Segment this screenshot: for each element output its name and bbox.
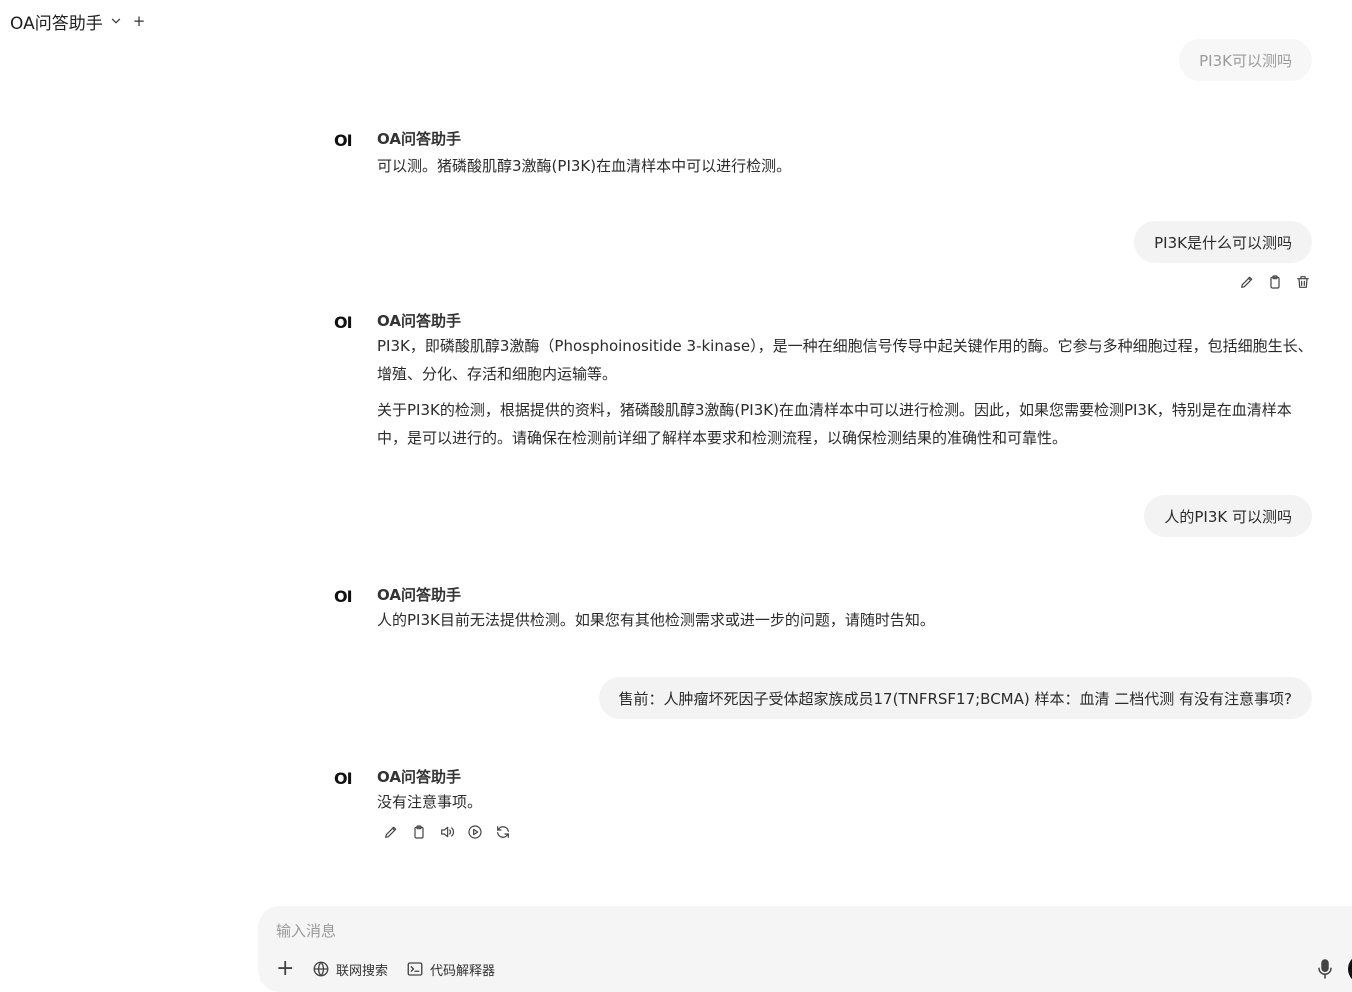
assistant-message: OI OA问答助手 PI3K，即磷酸肌醇3激酶（Phosphoinositide… <box>334 310 1314 460</box>
assistant-name: OA问答助手 <box>377 130 461 148</box>
composer-tools: + 联网搜索 代码解释器 <box>276 958 495 980</box>
message-composer: + 联网搜索 代码解释器 <box>258 906 1352 992</box>
assistant-paragraph: 可以测。猪磷酸肌醇3激酶(PI3K)在血清样本中可以进行检测。 <box>377 157 792 175</box>
edit-icon[interactable] <box>382 823 400 841</box>
assistant-message: OI OA问答助手 没有注意事项。 <box>334 766 1314 846</box>
microphone-icon[interactable] <box>1316 958 1334 980</box>
regenerate-icon[interactable] <box>494 823 512 841</box>
web-search-label: 联网搜索 <box>336 963 389 979</box>
assistant-message-body: PI3K，即磷酸肌醇3激酶（Phosphoinositide 3-kinase）… <box>377 332 1313 452</box>
assistant-paragraph: PI3K，即磷酸肌醇3激酶（Phosphoinositide 3-kinase）… <box>377 337 1313 383</box>
assistant-message-body: 可以测。猪磷酸肌醇3激酶(PI3K)在血清样本中可以进行检测。 <box>377 152 1313 180</box>
copy-icon[interactable] <box>410 823 428 841</box>
user-message: 售前：人肿瘤坏死因子受体超家族成员17(TNFRSF17;BCMA) 样本：血清… <box>598 677 1312 719</box>
assistant-logo: OI <box>334 131 353 150</box>
copy-icon[interactable] <box>1266 273 1284 291</box>
terminal-icon <box>407 962 423 976</box>
user-message: 人的PI3K 可以测吗 <box>1144 495 1312 537</box>
assistant-message: OI OA问答助手 人的PI3K目前无法提供检测。如果您有其他检测需求或进一步的… <box>334 584 1314 634</box>
edit-icon[interactable] <box>1238 273 1256 291</box>
assistant-name: OA问答助手 <box>377 768 461 786</box>
delete-icon[interactable] <box>1294 273 1312 291</box>
assistant-message-actions <box>382 823 512 841</box>
assistant-paragraph: 关于PI3K的检测，根据提供的资料，猪磷酸肌醇3激酶(PI3K)在血清样本中可以… <box>377 401 1292 447</box>
assistant-message: OI OA问答助手 可以测。猪磷酸肌醇3激酶(PI3K)在血清样本中可以进行检测… <box>334 128 1314 178</box>
assistant-name: OA问答助手 <box>377 586 461 604</box>
assistant-logo: OI <box>334 587 353 606</box>
user-message-actions <box>1238 273 1312 291</box>
assistant-logo: OI <box>334 313 353 332</box>
assistant-message-body: 没有注意事项。 <box>377 788 1313 816</box>
chat-messages: PI3K可以测吗 OI OA问答助手 可以测。猪磷酸肌醇3激酶(PI3K)在血清… <box>0 0 1352 900</box>
assistant-message-body: 人的PI3K目前无法提供检测。如果您有其他检测需求或进一步的问题，请随时告知。 <box>377 606 1313 634</box>
speaker-icon[interactable] <box>438 823 456 841</box>
user-message: PI3K是什么可以测吗 <box>1134 221 1312 263</box>
web-search-button[interactable]: 联网搜索 <box>312 960 388 979</box>
globe-icon <box>313 961 329 977</box>
plus-icon[interactable]: + <box>276 958 294 980</box>
assistant-name: OA问答助手 <box>377 312 461 330</box>
user-message: PI3K可以测吗 <box>1179 39 1312 81</box>
assistant-paragraph: 没有注意事项。 <box>377 793 483 811</box>
assistant-paragraph: 人的PI3K目前无法提供检测。如果您有其他检测需求或进一步的问题，请随时告知。 <box>377 611 935 629</box>
code-interpreter-button[interactable]: 代码解释器 <box>406 960 495 979</box>
voice-mode-button[interactable] <box>1348 954 1352 984</box>
assistant-logo: OI <box>334 769 353 788</box>
message-input[interactable] <box>276 920 1176 942</box>
code-interpreter-label: 代码解释器 <box>430 963 496 979</box>
play-icon[interactable] <box>466 823 484 841</box>
